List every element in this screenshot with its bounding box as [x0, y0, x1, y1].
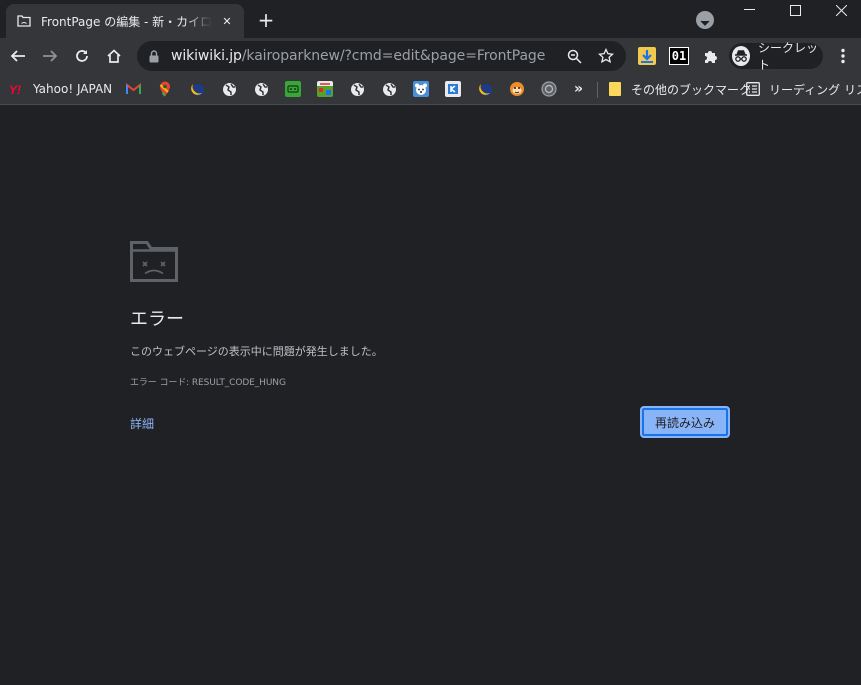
svg-text:Y!: Y!	[9, 83, 21, 95]
minimize-icon	[743, 9, 755, 10]
counter-icon: 01	[668, 47, 690, 65]
download-arrow-icon	[638, 47, 656, 65]
active-tab[interactable]: FrontPage の編集 - 新・カイロパーク攻略 ✕	[6, 4, 244, 38]
globe-icon	[253, 81, 269, 97]
minimize-button[interactable]	[726, 0, 772, 20]
forward-button[interactable]	[37, 43, 63, 69]
new-tab-button[interactable]: +	[255, 9, 277, 31]
bookmark-label: その他のブックマーク	[631, 82, 752, 97]
url-path: /kairoparknew/?cmd=edit&page=FrontPage	[241, 48, 546, 64]
star-icon	[598, 48, 614, 64]
arrow-right-icon	[43, 50, 58, 62]
bookmarks-divider	[597, 82, 598, 98]
extensions-button[interactable]	[701, 46, 721, 66]
yahoo-icon: Y!	[9, 81, 25, 97]
error-code: エラー コード: RESULT_CODE_HUNG	[130, 378, 286, 388]
incognito-label: シークレット	[758, 41, 819, 72]
kebab-menu-icon	[841, 48, 845, 64]
bookmark-star-button[interactable]	[597, 47, 615, 65]
globe-icon	[381, 81, 397, 97]
bookmarks-bar: Y! Yahoo! JAPAN » その他のブックマーク リーディング リ	[0, 74, 861, 105]
chevron-down-icon	[700, 11, 710, 30]
close-icon: ✕	[222, 14, 232, 28]
gmail-icon	[125, 81, 141, 97]
address-bar[interactable]: wikiwiki.jp/kairoparknew/?cmd=edit&page=…	[137, 41, 626, 71]
error-message: このウェブページの表示中に問題が発生しました。	[130, 345, 383, 358]
crescent-icon	[477, 81, 493, 97]
extension-download-button[interactable]	[637, 46, 657, 66]
details-link[interactable]: 詳細	[130, 415, 154, 432]
bookmark-other-folder[interactable]: その他のブックマーク	[607, 78, 751, 100]
extension-counter-button[interactable]: 01	[668, 46, 690, 66]
reading-list-button[interactable]: リーディング リスト	[745, 78, 861, 100]
plus-icon: +	[257, 8, 275, 32]
tab-close-button[interactable]: ✕	[218, 12, 236, 30]
kairo-icon	[445, 81, 461, 97]
url-host: wikiwiki.jp	[171, 48, 242, 64]
url-text: wikiwiki.jp/kairoparknew/?cmd=edit&page=…	[171, 48, 545, 64]
bookmark-label: リーディング リスト	[769, 82, 861, 97]
reload-button[interactable]: 再読み込み	[640, 406, 730, 438]
close-icon	[835, 4, 847, 16]
sad-folder-icon	[130, 240, 178, 282]
bookmark-gmail[interactable]	[125, 78, 141, 100]
bookmark-maps[interactable]	[157, 78, 173, 100]
reload-toolbar-button[interactable]	[69, 43, 95, 69]
bear-icon	[413, 81, 429, 97]
bookmark-globe-1[interactable]	[221, 78, 237, 100]
bookmark-kairo[interactable]	[445, 78, 461, 100]
folder-icon	[607, 81, 623, 97]
bookmark-globe-3[interactable]	[349, 78, 365, 100]
bookmark-game[interactable]	[317, 78, 333, 100]
bookmark-bear[interactable]	[413, 78, 429, 100]
bookmark-green-app[interactable]	[285, 78, 301, 100]
tab-title: FrontPage の編集 - 新・カイロパーク攻略	[41, 14, 212, 29]
bookmark-crescent-2[interactable]	[477, 78, 493, 100]
bookmark-yahoo[interactable]: Y! Yahoo! JAPAN	[9, 78, 112, 100]
home-button[interactable]	[101, 43, 127, 69]
crescent-icon	[189, 81, 205, 97]
reading-list-icon	[745, 81, 761, 97]
tab-search-button[interactable]	[696, 11, 714, 29]
window-close-button[interactable]	[818, 0, 861, 20]
incognito-icon	[732, 46, 751, 66]
game-icon	[317, 81, 333, 97]
reload-icon	[76, 50, 88, 62]
maximize-icon	[789, 4, 801, 16]
back-button[interactable]	[5, 43, 31, 69]
browser-menu-button[interactable]	[832, 43, 854, 69]
maximize-button[interactable]	[772, 0, 818, 20]
bookmark-label: Yahoo! JAPAN	[33, 82, 113, 96]
zoom-button[interactable]	[565, 47, 583, 65]
bookmark-globe-2[interactable]	[253, 78, 269, 100]
bookmark-gray-app[interactable]	[541, 78, 557, 100]
home-icon	[107, 49, 121, 63]
bookmark-crescent-1[interactable]	[189, 78, 205, 100]
lock-icon	[149, 49, 163, 63]
chevron-double-right-icon: »	[574, 81, 584, 97]
maps-icon	[157, 81, 173, 97]
magnifier-icon	[567, 49, 582, 64]
arrow-left-icon	[10, 50, 25, 62]
globe-icon	[349, 81, 365, 97]
error-title: エラー	[130, 309, 184, 330]
incognito-profile-button[interactable]: シークレット	[729, 41, 823, 72]
puzzle-icon	[705, 51, 717, 63]
globe-icon	[221, 81, 237, 97]
tab-strip: FrontPage の編集 - 新・カイロパーク攻略 ✕ +	[0, 0, 861, 38]
gray-app-icon	[541, 81, 557, 97]
bookmark-monkey[interactable]	[509, 78, 525, 100]
bookmarks-overflow-button[interactable]: »	[574, 78, 583, 100]
green-app-icon	[285, 81, 301, 97]
toolbar: wikiwiki.jp/kairoparknew/?cmd=edit&page=…	[0, 38, 861, 74]
bookmark-globe-4[interactable]	[381, 78, 397, 100]
monkey-icon	[509, 81, 525, 97]
broken-page-icon	[16, 13, 32, 29]
